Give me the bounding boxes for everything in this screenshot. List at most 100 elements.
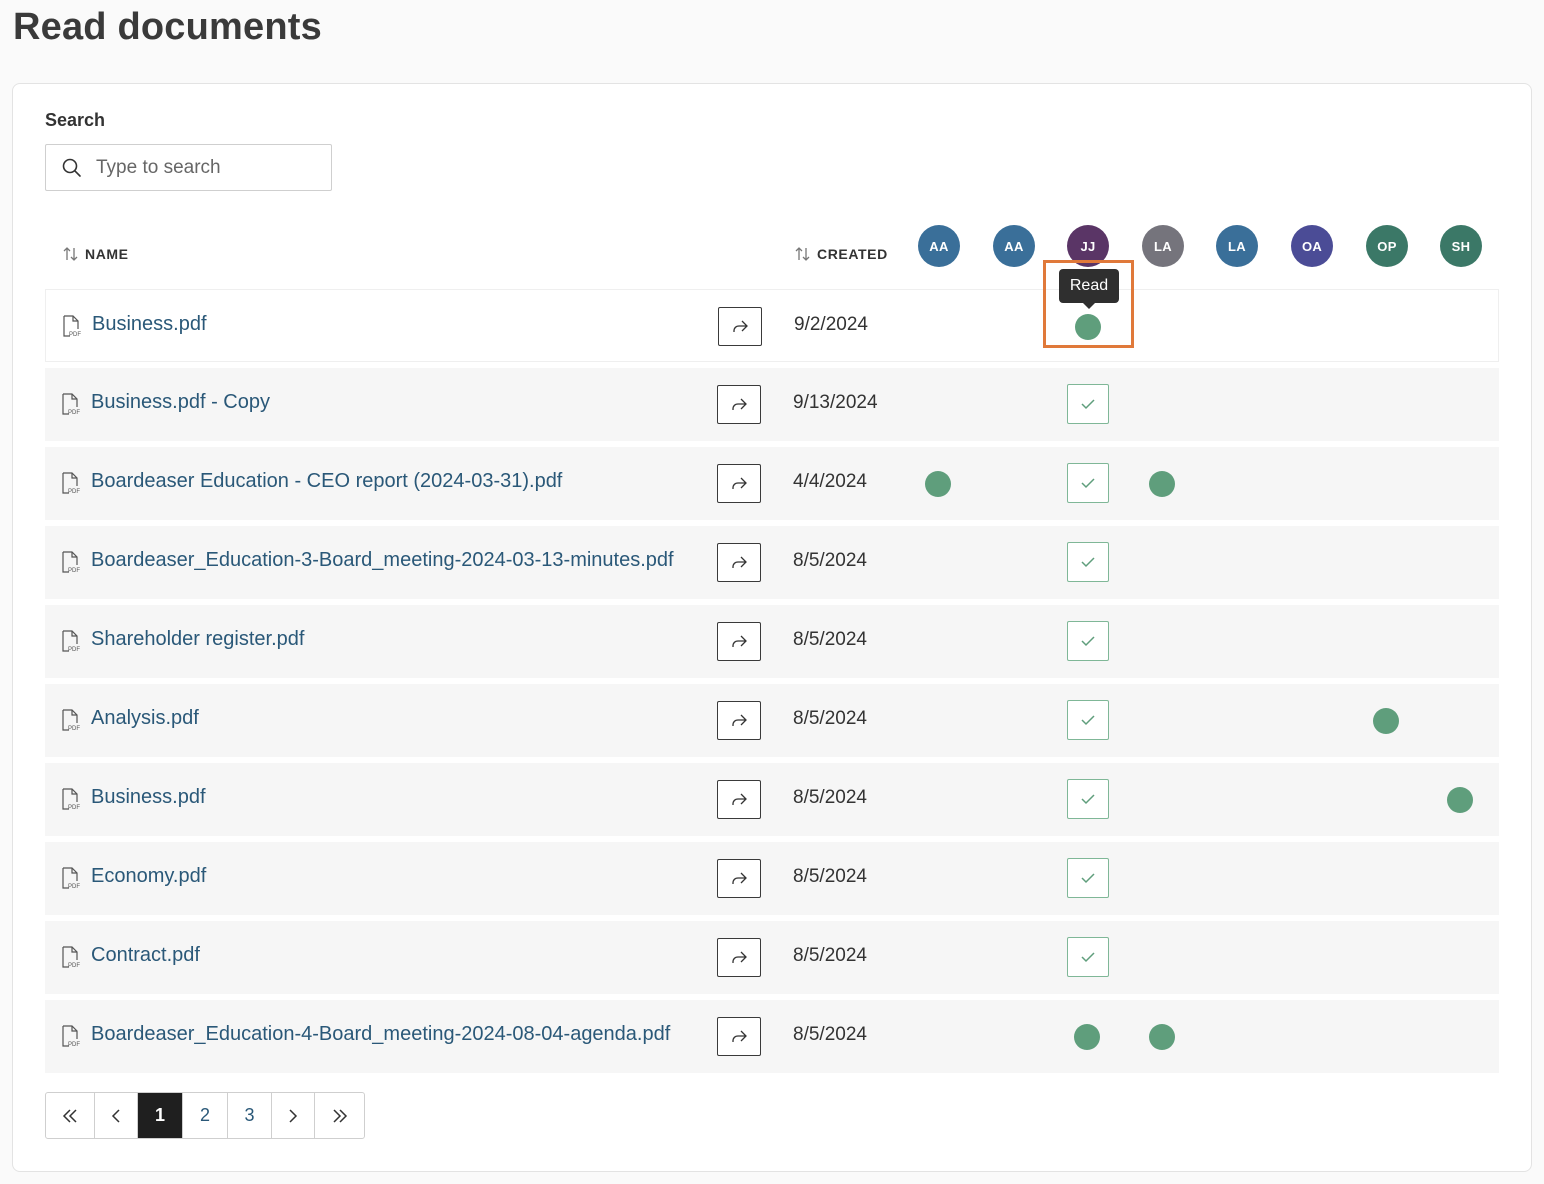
check-icon bbox=[1081, 399, 1095, 410]
svg-text:PDF: PDF bbox=[68, 410, 80, 415]
read-status-dot[interactable] bbox=[1373, 708, 1399, 734]
read-status-dot[interactable] bbox=[1447, 787, 1473, 813]
share-icon bbox=[732, 714, 747, 726]
read-checkbox[interactable] bbox=[1067, 463, 1109, 503]
reader-avatar[interactable]: LA bbox=[1216, 225, 1258, 267]
check-icon bbox=[1081, 478, 1095, 489]
reader-avatar[interactable]: AA bbox=[918, 225, 960, 267]
pdf-file-icon: PDF bbox=[62, 709, 80, 731]
double-chevron-right-icon bbox=[332, 1108, 347, 1123]
highlight-box bbox=[1043, 260, 1134, 348]
page-button-1[interactable]: 1 bbox=[138, 1093, 183, 1138]
share-button[interactable] bbox=[717, 622, 761, 661]
share-icon bbox=[733, 320, 748, 332]
last-page-button[interactable] bbox=[315, 1093, 364, 1138]
document-link[interactable]: Business.pdf - Copy bbox=[91, 391, 270, 414]
table-row: PDF Business.pdf - Copy 9/13/2024 bbox=[45, 368, 1499, 441]
pdf-file-icon: PDF bbox=[62, 867, 80, 889]
read-status-dot[interactable] bbox=[1074, 1024, 1100, 1050]
prev-page-button[interactable] bbox=[95, 1093, 138, 1138]
reader-avatar[interactable]: AA bbox=[993, 225, 1035, 267]
document-link[interactable]: Boardeaser_Education-4-Board_meeting-202… bbox=[91, 1023, 670, 1046]
reader-avatar[interactable]: LA bbox=[1142, 225, 1184, 267]
created-date: 4/4/2024 bbox=[793, 471, 867, 492]
share-button[interactable] bbox=[717, 385, 761, 424]
share-icon bbox=[732, 1030, 747, 1042]
read-checkbox[interactable] bbox=[1067, 779, 1109, 819]
share-icon bbox=[732, 556, 747, 568]
sort-icon bbox=[795, 247, 810, 261]
created-date: 8/5/2024 bbox=[793, 629, 867, 650]
created-column-header[interactable]: CREATED bbox=[795, 246, 888, 262]
reader-avatar[interactable]: OP bbox=[1366, 225, 1408, 267]
document-link[interactable]: Shareholder register.pdf bbox=[91, 628, 304, 651]
created-date: 9/13/2024 bbox=[793, 392, 878, 413]
table-row: PDF Boardeaser Education - CEO report (2… bbox=[45, 447, 1499, 520]
pdf-file-icon: PDF bbox=[62, 1025, 80, 1047]
share-button[interactable] bbox=[717, 464, 761, 503]
page-button-2[interactable]: 2 bbox=[183, 1093, 228, 1138]
share-button[interactable] bbox=[717, 543, 761, 582]
svg-text:PDF: PDF bbox=[69, 332, 81, 337]
document-link[interactable]: Boardeaser Education - CEO report (2024-… bbox=[91, 470, 562, 493]
share-button[interactable] bbox=[717, 938, 761, 977]
created-column-label: CREATED bbox=[817, 246, 888, 262]
document-link[interactable]: Analysis.pdf bbox=[91, 707, 199, 730]
read-checkbox[interactable] bbox=[1067, 937, 1109, 977]
reader-avatar[interactable]: OA bbox=[1291, 225, 1333, 267]
share-icon bbox=[732, 872, 747, 884]
created-date: 8/5/2024 bbox=[793, 708, 867, 729]
share-icon bbox=[732, 398, 747, 410]
share-button[interactable] bbox=[717, 1017, 761, 1056]
pdf-file-icon: PDF bbox=[62, 630, 80, 652]
check-icon bbox=[1081, 557, 1095, 568]
read-status-dot[interactable] bbox=[1149, 1024, 1175, 1050]
read-checkbox[interactable] bbox=[1067, 542, 1109, 582]
search-icon bbox=[62, 158, 81, 177]
check-icon bbox=[1081, 952, 1095, 963]
document-link[interactable]: Contract.pdf bbox=[91, 944, 200, 967]
document-link[interactable]: Business.pdf bbox=[91, 786, 206, 809]
document-link[interactable]: Economy.pdf bbox=[91, 865, 206, 888]
table-row: PDF Boardeaser_Education-3-Board_meeting… bbox=[45, 526, 1499, 599]
read-checkbox[interactable] bbox=[1067, 858, 1109, 898]
svg-text:PDF: PDF bbox=[68, 489, 80, 494]
table-row: PDF Shareholder register.pdf 8/5/2024 bbox=[45, 605, 1499, 678]
reader-avatar[interactable]: SH bbox=[1440, 225, 1482, 267]
table-row: PDF Economy.pdf 8/5/2024 bbox=[45, 842, 1499, 915]
document-link[interactable]: Boardeaser_Education-3-Board_meeting-202… bbox=[91, 549, 674, 572]
share-button[interactable] bbox=[718, 307, 762, 346]
pdf-file-icon: PDF bbox=[62, 946, 80, 968]
read-status-dot[interactable] bbox=[925, 471, 951, 497]
read-checkbox[interactable] bbox=[1067, 621, 1109, 661]
search-label: Search bbox=[45, 110, 106, 130]
page-title: Read documents bbox=[13, 6, 322, 48]
svg-text:PDF: PDF bbox=[68, 1042, 80, 1047]
search-box[interactable] bbox=[45, 144, 332, 191]
share-button[interactable] bbox=[717, 859, 761, 898]
read-checkbox[interactable] bbox=[1067, 700, 1109, 740]
created-date: 8/5/2024 bbox=[793, 550, 867, 571]
pdf-file-icon: PDF bbox=[62, 788, 80, 810]
share-icon bbox=[732, 477, 747, 489]
read-status-dot[interactable] bbox=[1149, 471, 1175, 497]
created-date: 8/5/2024 bbox=[793, 945, 867, 966]
check-icon bbox=[1081, 715, 1095, 726]
name-column-header[interactable]: NAME bbox=[63, 246, 129, 262]
first-page-button[interactable] bbox=[46, 1093, 95, 1138]
documents-card: Search NAME CREATED AA AA JJ LA LA OA OP… bbox=[12, 83, 1532, 1172]
share-button[interactable] bbox=[717, 780, 761, 819]
page-button-3[interactable]: 3 bbox=[228, 1093, 272, 1138]
share-button[interactable] bbox=[717, 701, 761, 740]
created-date: 8/5/2024 bbox=[793, 787, 867, 808]
read-checkbox[interactable] bbox=[1067, 384, 1109, 424]
document-link[interactable]: Business.pdf bbox=[92, 313, 207, 336]
check-icon bbox=[1081, 873, 1095, 884]
table-row: PDF Analysis.pdf 8/5/2024 bbox=[45, 684, 1499, 757]
name-column-label: NAME bbox=[85, 246, 129, 262]
sort-icon bbox=[63, 247, 78, 261]
next-page-button[interactable] bbox=[272, 1093, 315, 1138]
search-input[interactable] bbox=[96, 155, 321, 181]
svg-text:PDF: PDF bbox=[68, 726, 80, 731]
share-icon bbox=[732, 793, 747, 805]
